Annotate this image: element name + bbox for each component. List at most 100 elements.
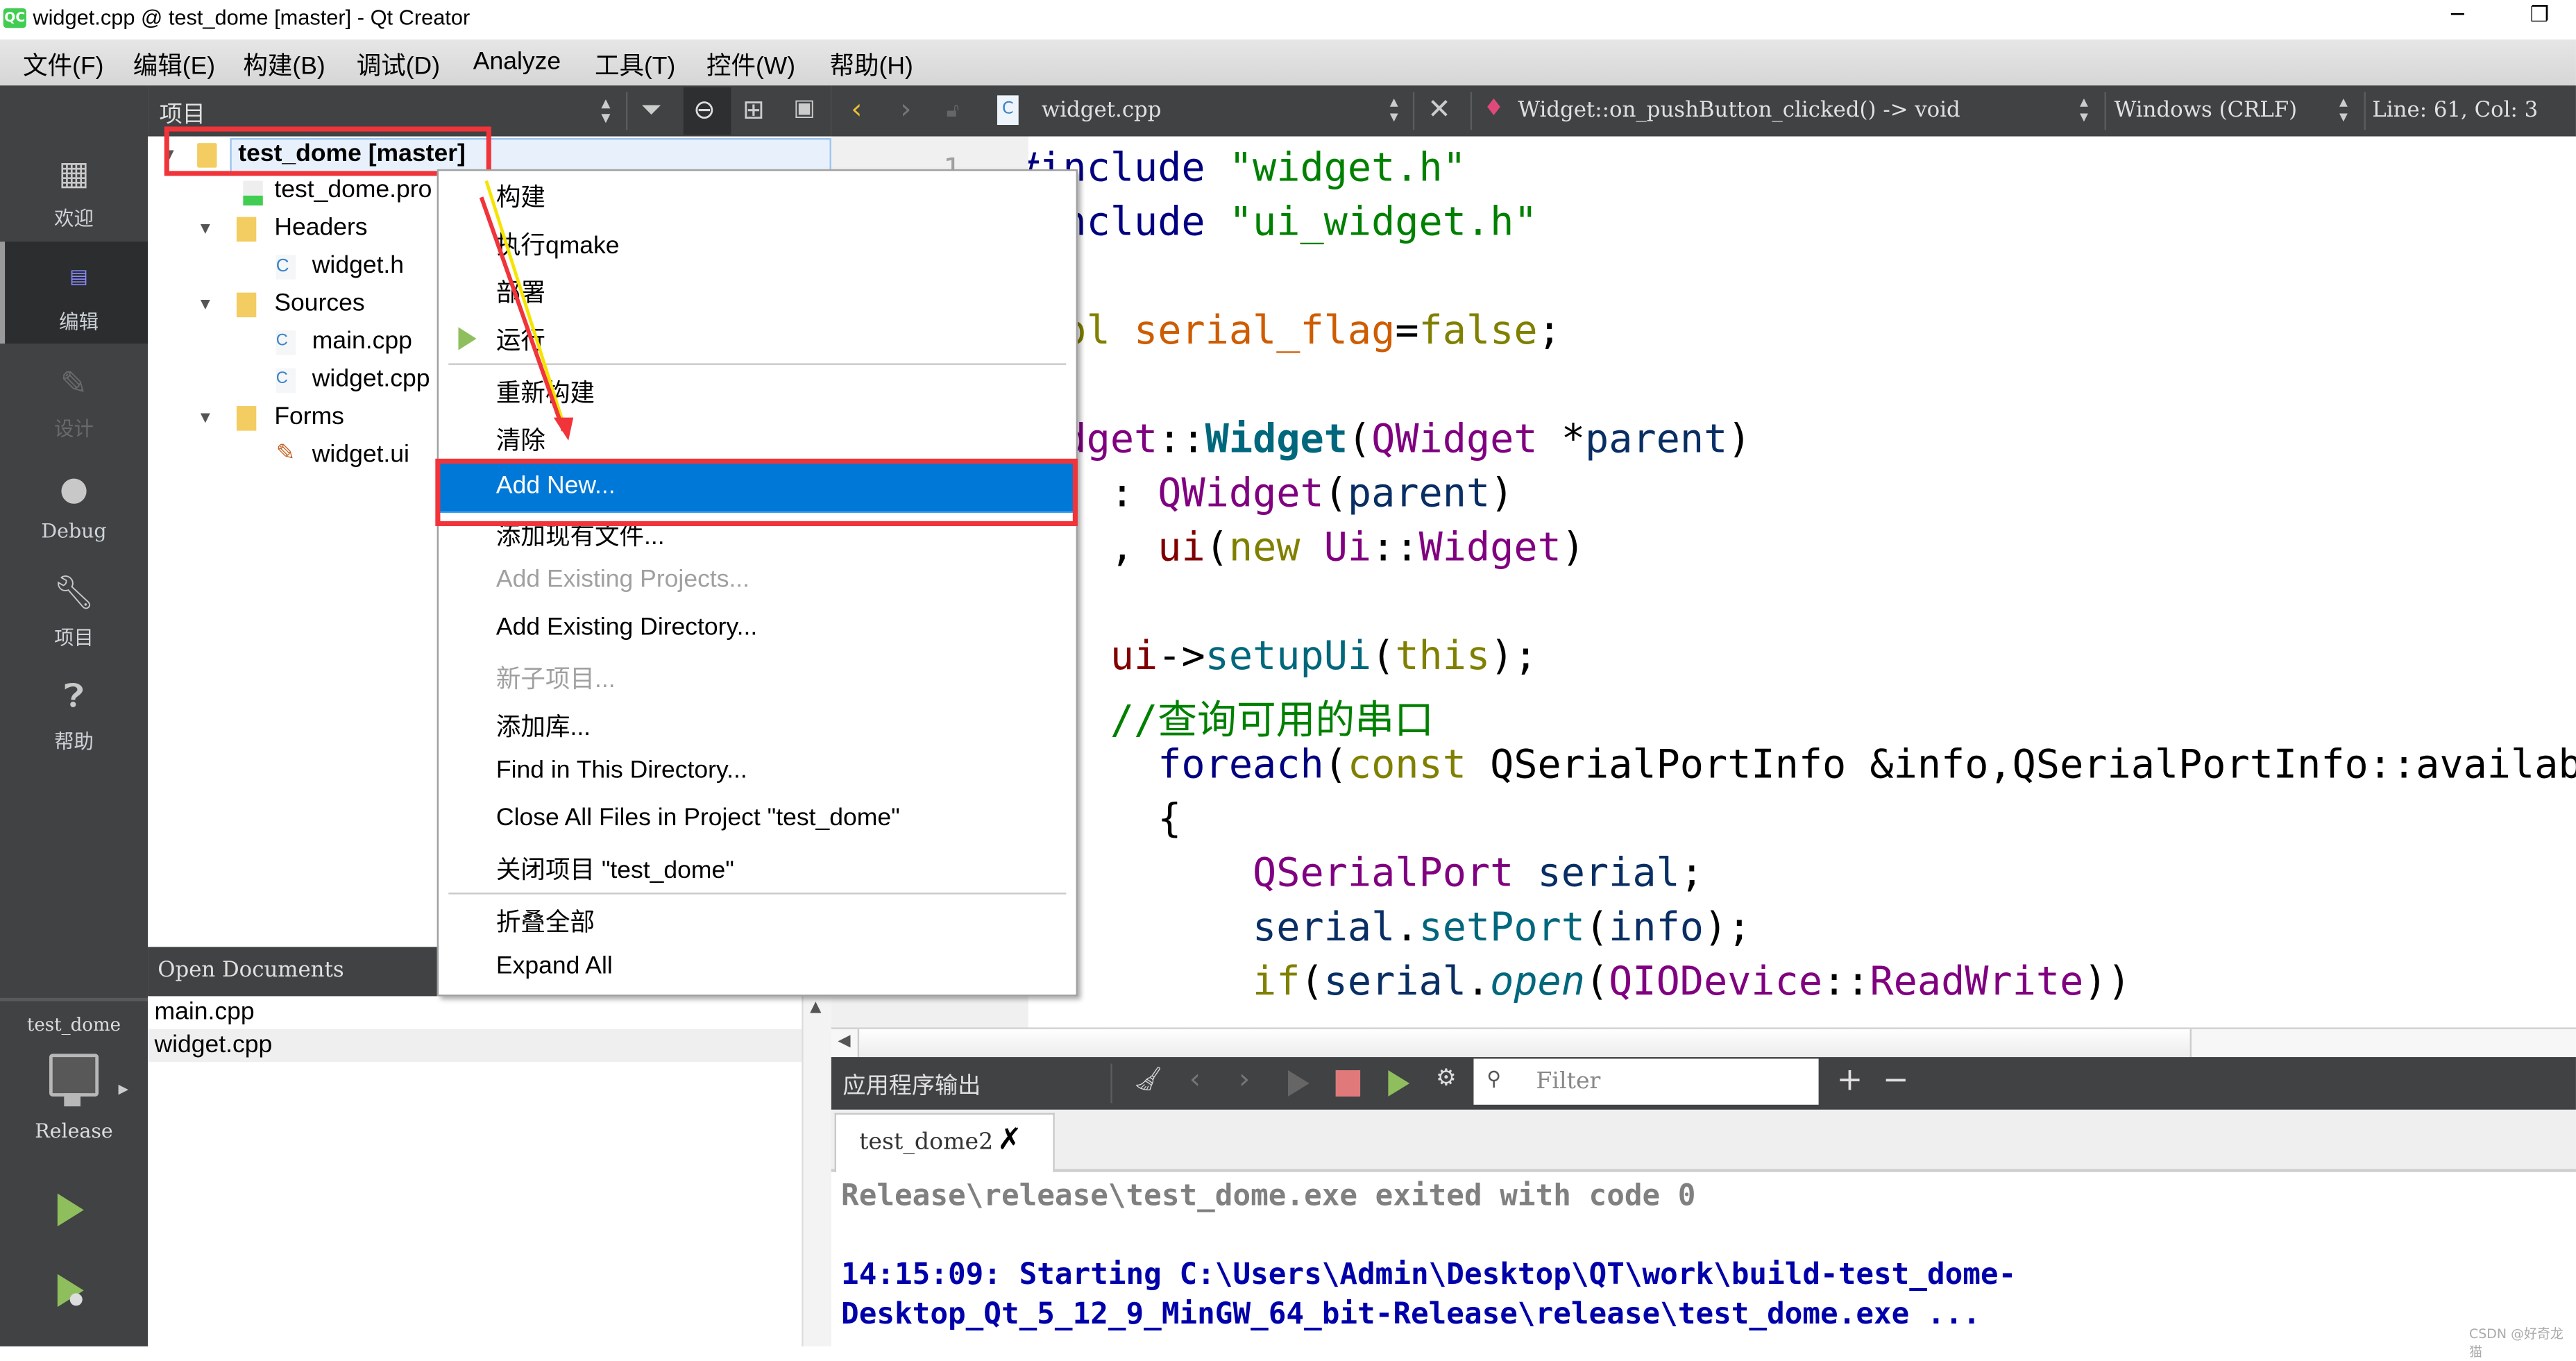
monitor-icon	[49, 1054, 99, 1097]
mode-edit[interactable]: ▤ 编辑	[0, 242, 149, 344]
restore-button[interactable]: ❐	[2530, 3, 2550, 28]
toolbar-separator	[625, 92, 628, 130]
mode-debug[interactable]: ● Debug	[0, 454, 148, 556]
headers-folder-icon	[236, 217, 257, 242]
minimize-button[interactable]: ─	[2451, 3, 2464, 28]
code-token: false	[1418, 307, 1538, 354]
editor-horizontal-scrollbar[interactable]: ◀	[831, 1027, 2576, 1059]
mode-projects[interactable]: 🔧︎ 项目	[0, 557, 148, 659]
kit-expand-arrow-icon[interactable]: ▶	[118, 1082, 128, 1097]
application-output[interactable]: Release\release\test_dome.exe exited wit…	[831, 1172, 2576, 1346]
open-document-item[interactable]: main.cpp	[148, 996, 802, 1029]
view-selector-arrows-icon[interactable]: ▴ ▾	[601, 94, 610, 126]
code-token: serial	[1323, 958, 1466, 1005]
tree-item-label: Forms	[274, 403, 344, 431]
kit-selector-button[interactable]	[49, 1054, 99, 1107]
add-output-icon[interactable]: +	[1837, 1062, 1863, 1098]
kit-build-config: Release	[35, 1119, 113, 1143]
tree-item-label: Sources	[274, 289, 365, 318]
menu-widgets[interactable]: 控件(W)	[706, 48, 795, 83]
line-ending-arrows-icon[interactable]: ▴ ▾	[2339, 94, 2348, 126]
debug-attach-button[interactable]	[1388, 1070, 1410, 1097]
clear-output-icon[interactable]: 🧹︎	[1133, 1067, 1162, 1093]
context-menu-item[interactable]: 关闭项目 "test_dome"	[439, 843, 1076, 891]
tree-item-label: Headers	[274, 213, 368, 242]
code-token: this	[1395, 632, 1491, 679]
annotation-highlight-project	[164, 126, 491, 176]
forward-icon[interactable]: ›	[900, 94, 911, 126]
close-tab-icon[interactable]: ✗	[997, 1123, 1022, 1158]
code-line: , ui(new Ui::Widget)	[1028, 525, 1585, 570]
code-token: (	[1584, 958, 1609, 1005]
kit-project-label: test_dome	[26, 1014, 121, 1036]
toolbar-separator	[2364, 92, 2366, 130]
menu-item-label: 构建	[495, 184, 545, 212]
mode-welcome[interactable]: ▦ 欢迎	[0, 138, 148, 240]
current-file-name[interactable]: widget.cpp	[1042, 99, 1162, 124]
line-ending-selector[interactable]: Windows (CRLF)	[2115, 99, 2297, 124]
code-token: new	[1228, 524, 1324, 570]
code-line: ui->setupUi(this);	[1028, 633, 1538, 679]
context-menu-item[interactable]: 添加库...	[439, 700, 1076, 748]
context-menu-item[interactable]: 运行	[439, 314, 1076, 362]
open-documents-scrollbar[interactable]: ▲	[802, 996, 833, 1346]
scroll-up-arrow-icon[interactable]: ▲	[810, 999, 821, 1016]
symbol-selector-arrows-icon[interactable]: ▴ ▾	[2080, 94, 2088, 126]
previous-item-icon[interactable]: ‹	[1189, 1064, 1201, 1097]
stop-button[interactable]	[1335, 1070, 1361, 1097]
menu-analyze[interactable]: Analyze	[473, 48, 561, 76]
code-token: parent	[1585, 416, 1728, 462]
menu-file[interactable]: 文件(F)	[23, 48, 103, 83]
run-button[interactable]	[57, 1193, 84, 1227]
context-menu-item[interactable]: 构建	[439, 171, 1076, 219]
menu-help[interactable]: 帮助(H)	[829, 48, 913, 83]
menu-item-label: 清除	[495, 427, 545, 456]
menu-edit[interactable]: 编辑(E)	[133, 48, 215, 83]
open-document-label: widget.cpp	[154, 1031, 273, 1059]
code-token: =	[1395, 307, 1419, 354]
context-menu-item[interactable]: 部署	[439, 267, 1076, 314]
menu-build[interactable]: 构建(B)	[243, 48, 325, 83]
code-token: ::	[1822, 958, 1870, 1005]
help-icon: ❓︎	[64, 675, 84, 716]
split-add-icon[interactable]: ⊞	[743, 94, 765, 125]
menu-debug[interactable]: 调试(D)	[357, 48, 440, 83]
scroll-left-arrow-icon[interactable]: ◀	[838, 1033, 850, 1051]
file-selector-arrows-icon[interactable]: ▴ ▾	[1390, 94, 1398, 126]
close-pane-icon[interactable]: ▣	[793, 95, 815, 121]
filter-icon[interactable]: ⏷	[641, 94, 661, 126]
code-token: QSerialPort	[1028, 849, 1538, 896]
code-line: Widget::Widget(QWidget *parent)	[1028, 416, 1752, 462]
remove-output-icon[interactable]: −	[1883, 1062, 1909, 1098]
context-menu-item[interactable]: 执行qmake	[439, 219, 1076, 267]
context-menu-item[interactable]: 重新构建	[439, 366, 1076, 414]
context-menu-item[interactable]: 折叠全部	[439, 896, 1076, 944]
menu-tools[interactable]: 工具(T)	[595, 48, 675, 83]
mode-help[interactable]: ❓︎ 帮助	[0, 661, 148, 763]
back-icon[interactable]: ‹	[851, 94, 862, 126]
rerun-button[interactable]	[1287, 1070, 1310, 1097]
mode-design[interactable]: ✎ 设计	[0, 348, 148, 450]
context-menu-item[interactable]: Close All Files in Project "test_dome"	[439, 795, 1076, 843]
context-menu-item[interactable]: Expand All	[439, 944, 1076, 992]
sync-link-button[interactable]: ⊖	[683, 87, 731, 135]
output-filter-input[interactable]: ⚲ Filter	[1473, 1058, 1819, 1105]
context-menu-item[interactable]: Add Existing Projects...	[439, 557, 1076, 605]
collapse-arrow-icon[interactable]: ▼	[197, 296, 213, 314]
mode-label: Debug	[41, 519, 107, 543]
scrollbar-thumb[interactable]	[857, 1029, 2192, 1058]
context-menu-item[interactable]: Add Existing Directory...	[439, 605, 1076, 653]
context-menu-item[interactable]: 新子项目...	[439, 652, 1076, 700]
context-menu-item[interactable]: Find in This Directory...	[439, 748, 1076, 796]
code-editor[interactable]: #include "widget.h" #include "ui_widget.h…	[1028, 136, 2576, 1028]
settings-gear-icon[interactable]: ⚙	[1436, 1065, 1457, 1092]
close-file-icon[interactable]: ✕	[1427, 94, 1451, 126]
collapse-arrow-icon[interactable]: ▼	[197, 409, 213, 428]
output-tab[interactable]: test_dome2 ✗	[834, 1113, 1055, 1174]
next-item-icon[interactable]: ›	[1239, 1064, 1250, 1097]
cursor-position[interactable]: Line: 61, Col: 3	[2372, 99, 2538, 124]
symbol-selector[interactable]: Widget::on_pushButton_clicked() -> void	[1518, 99, 1960, 124]
context-menu-item[interactable]: 清除	[439, 414, 1076, 462]
open-document-item[interactable]: widget.cpp	[148, 1029, 802, 1063]
collapse-arrow-icon[interactable]: ▼	[197, 220, 213, 238]
